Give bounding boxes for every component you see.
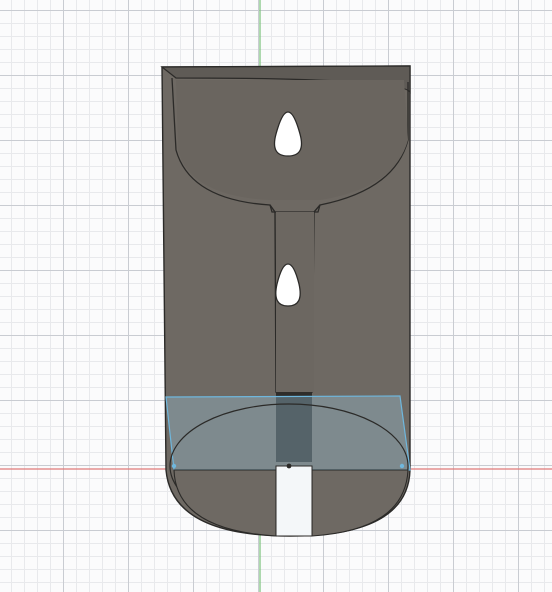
bottom-floor-right [311,469,409,537]
scene-svg[interactable] [0,0,552,592]
sketch-point-center[interactable] [286,463,292,469]
canvas-viewport[interactable] [0,0,552,592]
sketch-plane[interactable] [165,395,411,471]
slot-bottom-gap [275,465,313,537]
sketch-point-left[interactable] [171,463,177,469]
sketch-point-right[interactable] [399,463,405,469]
wall-holder-model[interactable] [160,65,411,537]
bottom-floor-left [173,469,277,537]
